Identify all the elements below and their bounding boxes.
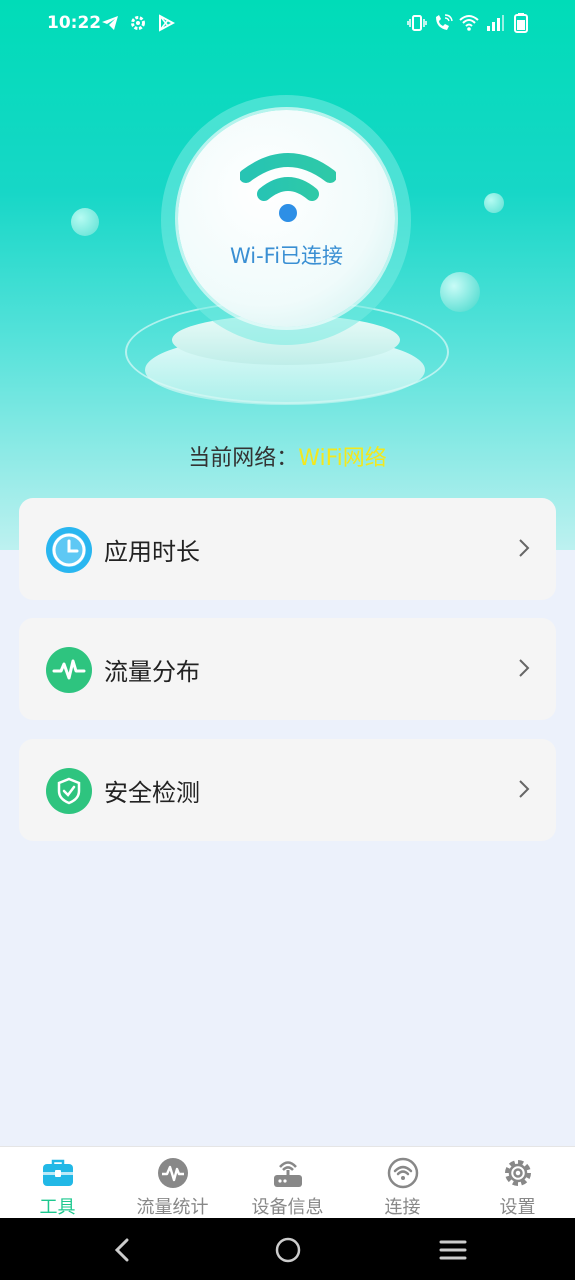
- wifi-circle-icon: [386, 1157, 420, 1189]
- wifi-call-icon: [433, 12, 453, 34]
- chevron-right-icon: [519, 780, 530, 798]
- decor-bubble: [71, 208, 99, 236]
- menu-item-security-check[interactable]: 安全检测: [19, 739, 556, 841]
- menu-item-label: 流量分布: [104, 658, 200, 686]
- system-nav-bar: [0, 1218, 575, 1280]
- pulse-icon: [46, 647, 92, 693]
- chevron-right-icon: [519, 659, 530, 677]
- menu-item-label: 安全检测: [104, 779, 200, 807]
- tab-settings[interactable]: 设置: [460, 1147, 575, 1219]
- decor-bubble: [484, 193, 504, 213]
- tab-device-info[interactable]: 设备信息: [230, 1147, 345, 1219]
- tab-label: 设备信息: [251, 1197, 324, 1218]
- tab-tools[interactable]: 工具: [0, 1147, 115, 1219]
- bottom-tab-bar: 工具 流量统计 设备信息 连接 设置: [0, 1146, 575, 1219]
- network-label: 当前网络：: [188, 446, 299, 471]
- gear-icon: [501, 1157, 535, 1189]
- menu-item-app-usage[interactable]: 应用时长: [19, 498, 556, 600]
- decor-bubble: [440, 272, 480, 312]
- home-button[interactable]: [273, 1236, 303, 1264]
- gear-icon: [128, 12, 148, 34]
- tab-label: 设置: [499, 1197, 536, 1218]
- status-bar: 10:22: [0, 0, 575, 48]
- menu-item-traffic-distribution[interactable]: 流量分布: [19, 618, 556, 720]
- status-time: 10:22: [47, 13, 102, 33]
- tab-label: 工具: [39, 1197, 76, 1218]
- tab-label: 连接: [384, 1197, 421, 1218]
- wifi-large-icon: [240, 153, 336, 222]
- menu-item-label: 应用时长: [104, 538, 200, 566]
- shield-check-icon: [46, 768, 92, 814]
- back-button[interactable]: [107, 1236, 137, 1264]
- tab-connect[interactable]: 连接: [345, 1147, 460, 1219]
- tab-traffic-stats[interactable]: 流量统计: [115, 1147, 230, 1219]
- network-value: WiFi网络: [298, 446, 387, 471]
- recent-apps-button[interactable]: [438, 1236, 468, 1264]
- wifi-status-text: Wi-Fi已连接: [229, 244, 344, 268]
- clock-icon: [46, 527, 92, 573]
- pulse-circle-icon: [156, 1157, 190, 1189]
- tab-label: 流量统计: [136, 1197, 209, 1218]
- wifi-icon: [459, 12, 479, 34]
- chevron-right-icon: [519, 539, 530, 557]
- current-network: 当前网络：WiFi网络: [0, 440, 575, 472]
- toolbox-icon: [41, 1157, 75, 1189]
- router-icon: [271, 1157, 305, 1189]
- telegram-icon: [100, 12, 120, 34]
- vibrate-icon: [407, 12, 427, 34]
- battery-icon: [511, 12, 531, 34]
- play-store-icon: [156, 12, 176, 34]
- signal-icon: [485, 12, 505, 34]
